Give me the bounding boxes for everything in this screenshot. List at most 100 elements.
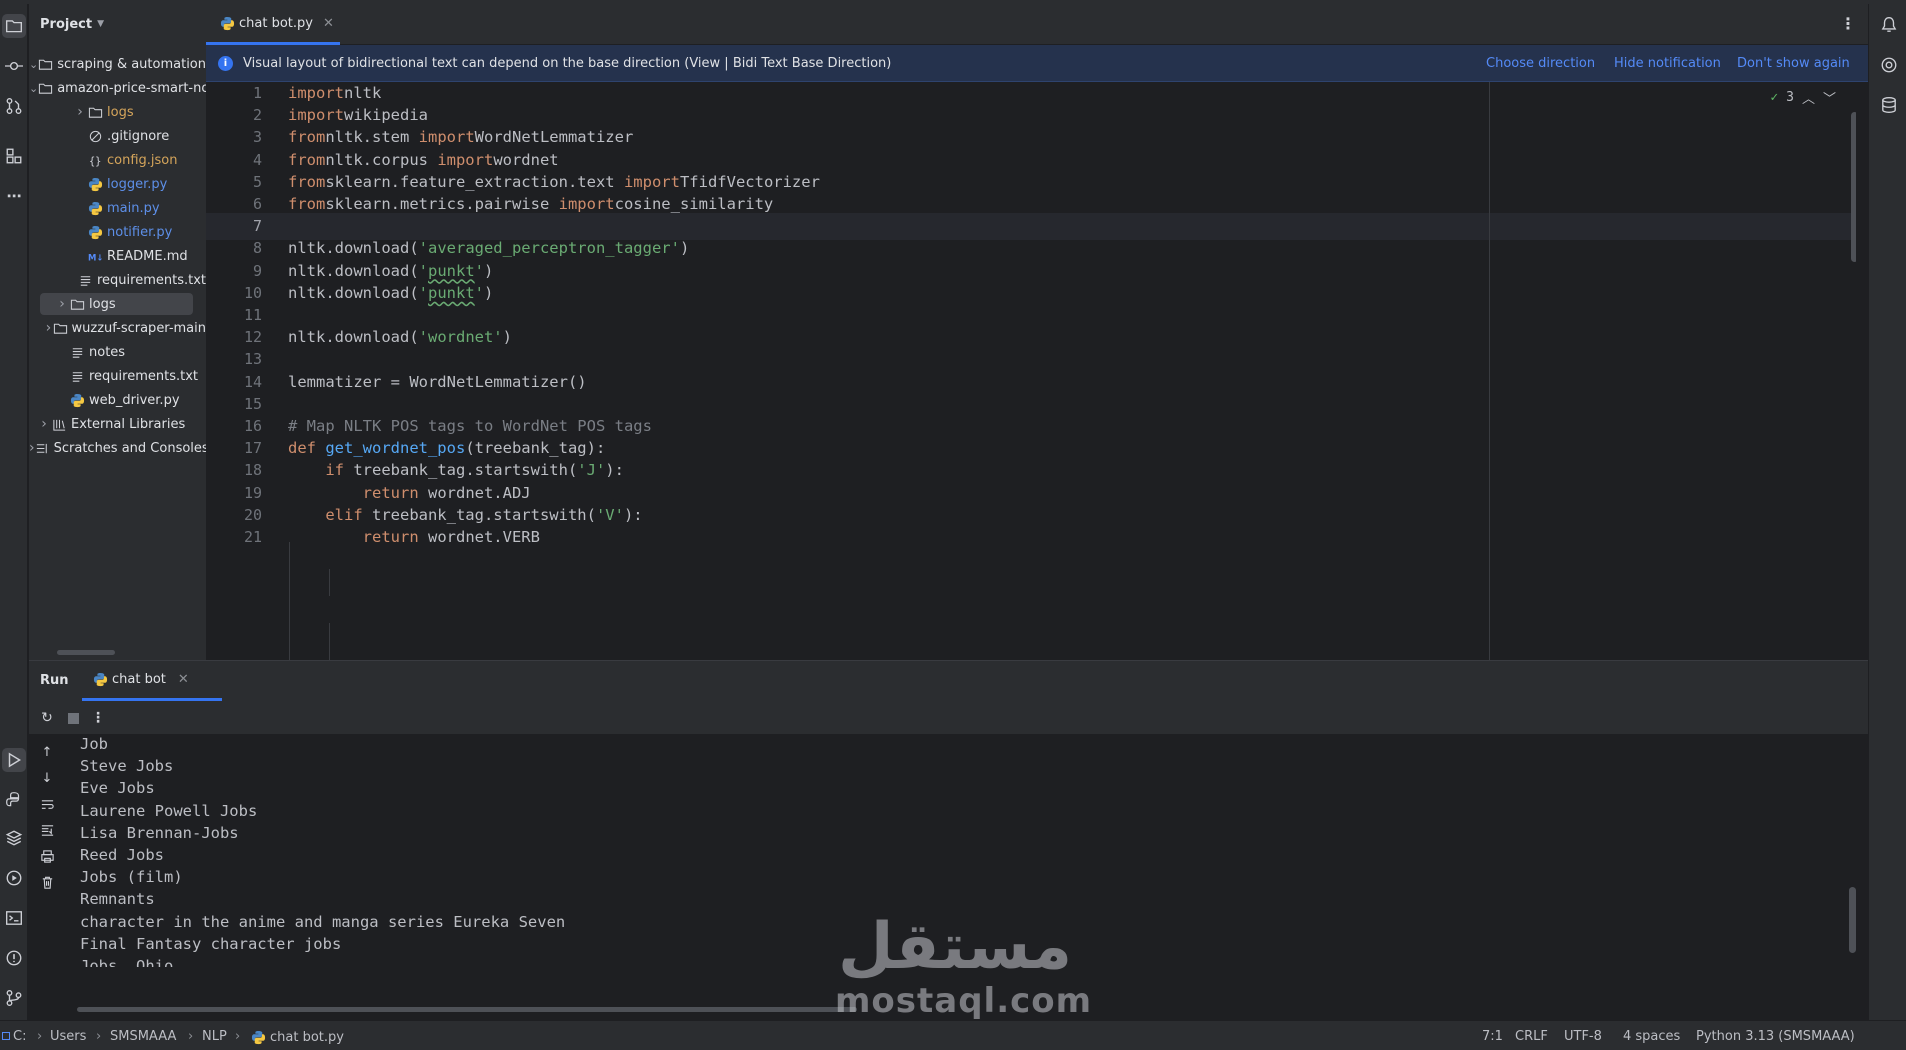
tab-chat-bot-py[interactable]: chat bot.py ✕ xyxy=(206,4,340,45)
indent-guide xyxy=(329,623,330,660)
more-tools-icon[interactable]: ⋯ xyxy=(2,184,26,208)
left-tool-bar: ⋯ xyxy=(0,4,28,1020)
chevron-right-icon[interactable]: › xyxy=(73,104,87,120)
tree-file[interactable]: .gitignore xyxy=(29,124,206,148)
tree-file[interactable]: notifier.py xyxy=(29,220,206,244)
run-icon[interactable] xyxy=(2,748,26,772)
close-icon[interactable]: ✕ xyxy=(323,16,334,31)
chevron-right-icon[interactable]: › xyxy=(44,320,52,336)
services-icon[interactable] xyxy=(2,866,26,890)
tree-file[interactable]: web_driver.py xyxy=(29,388,206,412)
scroll-up-icon[interactable]: ↑ xyxy=(38,743,56,761)
tree-folder[interactable]: ⌄ scraping & automation xyxy=(29,52,206,76)
rerun-icon[interactable]: ↻ xyxy=(38,709,56,727)
svg-text:M↓: M↓ xyxy=(88,252,103,262)
python-console-icon[interactable] xyxy=(2,788,26,812)
code-editor[interactable]: 1 2 3 4 5 6 7 8 9 10 11 12 13 14 15 16 17 18 19 20 21 import… xyxy=(206,82,1856,660)
project-horizontal-scrollbar[interactable] xyxy=(57,650,115,655)
terminal-icon[interactable] xyxy=(2,906,26,930)
editor-more-actions-icon[interactable]: ⋮ xyxy=(1840,14,1856,33)
caret-position[interactable]: 7:1 xyxy=(1482,1029,1503,1044)
python-file-icon xyxy=(69,392,85,408)
version-control-icon[interactable] xyxy=(2,986,26,1010)
tree-folder[interactable]: › logs xyxy=(29,100,206,124)
tree-file[interactable]: notes xyxy=(29,340,206,364)
commit-icon[interactable] xyxy=(2,54,26,78)
tree-item-label: logger.py xyxy=(107,176,168,192)
trash-icon[interactable] xyxy=(38,873,56,891)
breadcrumb-smsmaaa[interactable]: SMSMAAA xyxy=(110,1029,176,1044)
close-icon[interactable]: ✕ xyxy=(178,672,189,687)
breadcrumb-nlp[interactable]: NLP xyxy=(202,1029,227,1044)
python-interpreter[interactable]: Python 3.13 (SMSMAAA) xyxy=(1696,1029,1855,1044)
code-token: ) xyxy=(502,328,512,347)
breadcrumb-label: chat bot.py xyxy=(270,1029,344,1045)
project-panel-header[interactable]: Project ▼ xyxy=(29,4,206,44)
pull-requests-icon[interactable] xyxy=(2,94,26,118)
console-vertical-scrollbar[interactable] xyxy=(1849,887,1856,953)
soft-wrap-icon[interactable] xyxy=(38,795,56,813)
code-token: nltk.download( xyxy=(288,261,419,280)
tree-file[interactable]: requirements.txt xyxy=(29,364,206,388)
console-horizontal-scrollbar[interactable] xyxy=(77,1007,857,1012)
tree-file[interactable]: M↓ README.md xyxy=(29,244,206,268)
more-options-icon[interactable]: ⋮ xyxy=(89,709,107,727)
breadcrumb-separator: › xyxy=(37,1029,43,1044)
indent-setting[interactable]: 4 spaces xyxy=(1623,1029,1680,1044)
stop-icon[interactable] xyxy=(64,709,82,727)
dont-show-again-link[interactable]: Don't show again xyxy=(1737,56,1850,71)
code-token: nltk.download( xyxy=(288,239,419,258)
problems-icon[interactable] xyxy=(2,946,26,970)
chevron-down-icon[interactable]: ﹀ xyxy=(1823,88,1836,107)
tree-folder[interactable]: › wuzzuf-scraper-main xyxy=(29,316,206,340)
print-icon[interactable] xyxy=(38,847,56,865)
tree-file[interactable]: › Scratches and Consoles xyxy=(29,436,206,460)
code-token: sklearn.feature_extraction.text xyxy=(325,172,624,191)
code-token: import xyxy=(558,195,615,213)
line-ending[interactable]: CRLF xyxy=(1515,1029,1548,1044)
tree-folder[interactable]: › logs xyxy=(29,292,206,316)
folder-icon xyxy=(53,320,68,336)
file-encoding[interactable]: UTF-8 xyxy=(1564,1029,1602,1044)
inspection-widget[interactable]: ✓ 3 ︿ ﹀ xyxy=(1770,88,1836,107)
tree-file[interactable]: logger.py xyxy=(29,172,206,196)
project-folder-icon[interactable] xyxy=(2,14,26,38)
code-token: wordnet.VERB xyxy=(418,528,540,546)
scratches-icon xyxy=(35,440,50,456)
tree-item-label: amazon-price-smart-notifier xyxy=(57,80,206,96)
tree-item-label: requirements.txt xyxy=(89,368,199,384)
tree-file[interactable]: › External Libraries xyxy=(29,412,206,436)
chevron-right-icon[interactable]: › xyxy=(55,296,69,312)
chevron-right-icon[interactable]: › xyxy=(37,416,51,432)
python-packages-icon[interactable] xyxy=(2,826,26,850)
code-token: wikipedia xyxy=(344,106,428,125)
notifications-bell-icon[interactable] xyxy=(1878,14,1900,36)
tree-file[interactable]: main.py xyxy=(29,196,206,220)
choose-direction-link[interactable]: Choose direction xyxy=(1486,56,1595,71)
tree-file[interactable]: {} config.json xyxy=(29,148,206,172)
code-token: treebank_tag.startswith( xyxy=(344,461,578,480)
chevron-down-icon[interactable]: ⌄ xyxy=(29,82,38,95)
tree-folder[interactable]: ⌄ amazon-price-smart-notifier xyxy=(29,76,206,100)
scroll-down-icon[interactable]: ↓ xyxy=(38,769,56,787)
chevron-down-icon[interactable]: ▼ xyxy=(97,19,104,29)
hide-notification-link[interactable]: Hide notification xyxy=(1614,56,1721,71)
chevron-up-icon[interactable]: ︿ xyxy=(1802,88,1815,107)
chevron-down-icon[interactable]: ⌄ xyxy=(29,58,38,71)
editor-vertical-scrollbar[interactable] xyxy=(1851,112,1856,262)
breadcrumb-users[interactable]: Users xyxy=(50,1029,86,1044)
breadcrumb-drive[interactable]: C: xyxy=(2,1029,26,1044)
scroll-to-end-icon[interactable] xyxy=(38,821,56,839)
structure-icon[interactable] xyxy=(2,144,26,168)
code-token: import xyxy=(418,128,475,147)
tree-item-label: wuzzuf-scraper-main xyxy=(71,320,206,336)
ide-window: ⋯ Project ▼ ⌄ scraping & automation ⌄ amazo… xyxy=(0,0,1906,1050)
tree-file[interactable]: requirements.txt xyxy=(29,268,206,292)
ai-assistant-icon[interactable] xyxy=(1878,54,1900,76)
breadcrumb-file[interactable]: chat bot.py xyxy=(250,1029,344,1045)
tab-chat-bot[interactable]: chat bot ✕ xyxy=(82,661,222,701)
line-number-gutter: 1 2 3 4 5 6 7 8 9 10 11 12 13 14 15 16 17 18 19 20 21 xyxy=(206,82,262,660)
database-icon[interactable] xyxy=(1878,94,1900,116)
checkmark-icon: ✓ xyxy=(1770,90,1779,105)
